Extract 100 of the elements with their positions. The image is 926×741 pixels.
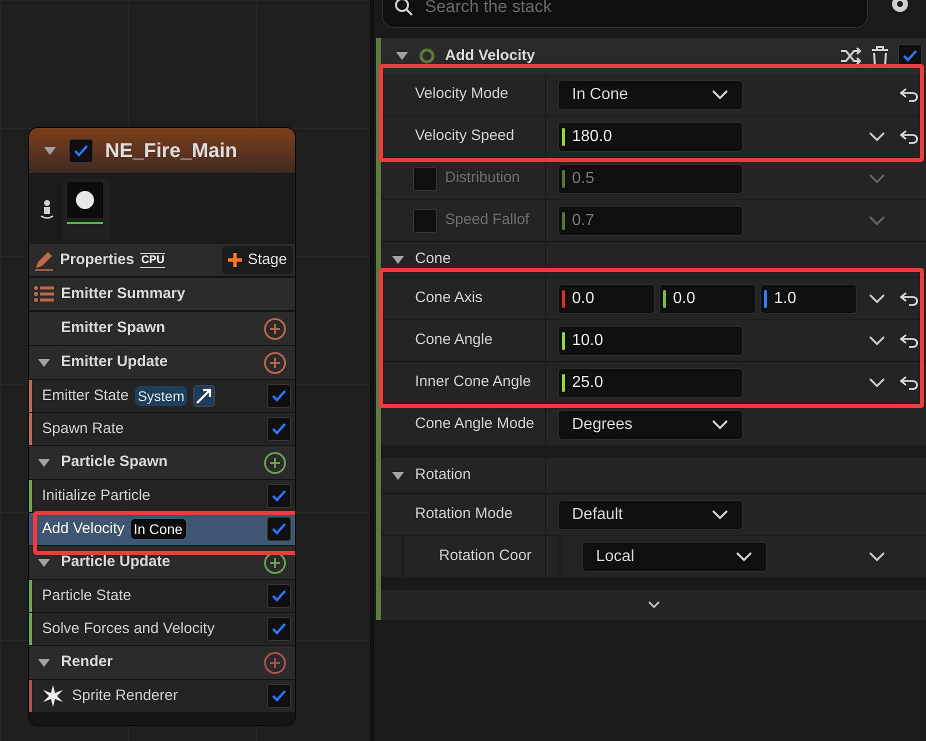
dropdown[interactable]: Default	[558, 500, 743, 530]
property-label: Velocity Speed	[415, 126, 514, 146]
checkmark-icon	[271, 522, 287, 536]
expand-chevron-icon[interactable]	[869, 294, 885, 304]
dropdown[interactable]: Degrees	[558, 410, 743, 440]
add-icon[interactable]	[263, 650, 287, 674]
reset-arrow-icon[interactable]	[900, 376, 918, 390]
expand-chevron-icon[interactable]	[869, 552, 885, 562]
reset-arrow-icon[interactable]	[900, 334, 918, 348]
number-field[interactable]: 0.7	[558, 206, 743, 236]
list-icon	[33, 285, 55, 303]
collapse-arrow-icon[interactable]	[37, 358, 51, 368]
shuffle-icon[interactable]	[840, 47, 862, 65]
property-label: Cone Axis	[415, 288, 483, 308]
group-label: Rotation	[415, 465, 471, 486]
dropdown[interactable]: In Cone	[558, 80, 743, 110]
cpu-label: CPU	[140, 252, 166, 268]
add-icon[interactable]	[263, 450, 287, 474]
module-label: Sprite Renderer	[72, 686, 178, 706]
module-row[interactable]: Spawn Rate	[29, 413, 295, 445]
checkmark-icon	[271, 689, 287, 703]
properties-label[interactable]: Properties	[60, 248, 134, 272]
checkbox[interactable]	[267, 484, 291, 508]
property-label: Rotation Coor	[439, 546, 532, 566]
module-label: Particle State	[42, 586, 132, 606]
checkbox[interactable]	[267, 617, 291, 641]
search-field[interactable]: Search the stack	[382, 0, 868, 28]
expand-chevron-icon[interactable]	[869, 132, 885, 142]
expand-chevron-icon[interactable]	[648, 601, 660, 609]
checkbox[interactable]	[267, 517, 291, 541]
property-label: Cone Angle	[415, 330, 493, 350]
module-row[interactable]: Sprite Renderer	[29, 680, 295, 712]
add-icon[interactable]	[263, 350, 287, 374]
reset-arrow-icon[interactable]	[900, 292, 918, 306]
stage-label: Particle Update	[61, 552, 172, 572]
dropdown-chevron-icon	[712, 420, 728, 430]
reset-arrow-icon[interactable]	[900, 130, 918, 144]
collapse-arrow-icon[interactable]	[395, 51, 409, 61]
number-field[interactable]: 180.0	[558, 122, 743, 152]
summary-row[interactable]: Emitter Summary	[29, 278, 295, 310]
checkbox[interactable]	[267, 384, 291, 408]
property-label: Cone Angle Mode	[415, 414, 534, 434]
module-label: Add Velocity	[42, 518, 125, 539]
delete-icon[interactable]	[870, 45, 890, 67]
badge: System	[134, 386, 188, 406]
group-label: Cone	[415, 249, 451, 270]
property-label: Inner Cone Angle	[415, 372, 531, 392]
dropdown[interactable]: Local	[582, 542, 767, 572]
checkmark-icon	[271, 389, 287, 403]
stage-label: Emitter Spawn	[61, 318, 166, 338]
module-row[interactable]: Initialize Particle	[29, 480, 295, 512]
number-field[interactable]: 1.0	[760, 284, 857, 314]
collapse-arrow-icon[interactable]	[43, 146, 57, 156]
number-field[interactable]: 0.5	[558, 164, 743, 194]
module-label: Solve Forces and Velocity	[42, 618, 215, 639]
checkmark-icon	[271, 422, 287, 436]
property-label: Rotation Mode	[415, 504, 513, 524]
stage-label: Emitter Update	[61, 352, 169, 372]
property-label: Distribution	[445, 168, 520, 188]
module-row[interactable]: Add Velocity In Cone	[29, 513, 295, 545]
checkbox[interactable]	[267, 417, 291, 441]
number-field[interactable]: 10.0	[558, 326, 743, 356]
stage-label: Render	[61, 652, 114, 672]
checkmark-icon	[73, 144, 89, 158]
collapse-arrow-icon[interactable]	[37, 458, 51, 468]
starburst-icon	[42, 685, 64, 707]
checkmark-icon	[271, 622, 287, 636]
module-row[interactable]: Emitter State System	[29, 380, 295, 412]
module-label: Spawn Rate	[42, 418, 124, 439]
expand-chevron-icon[interactable]	[869, 378, 885, 388]
property-label: Velocity Mode	[415, 84, 508, 104]
badge: In Cone	[130, 519, 186, 539]
dropdown-chevron-icon	[736, 552, 752, 562]
number-field[interactable]: 0.0	[659, 284, 756, 314]
collapse-arrow-icon[interactable]	[391, 254, 405, 264]
reset-arrow-icon[interactable]	[900, 88, 918, 102]
add-icon[interactable]	[263, 316, 287, 340]
add-stage-button[interactable]: Stage	[222, 246, 293, 274]
module-row[interactable]: Particle State	[29, 580, 295, 612]
module-row[interactable]: Solve Forces and Velocity	[29, 613, 295, 645]
module-title: Add Velocity	[445, 46, 536, 66]
collapse-arrow-icon[interactable]	[37, 658, 51, 668]
collapse-arrow-icon[interactable]	[391, 470, 405, 480]
expand-chevron-icon[interactable]	[869, 336, 885, 346]
checkbox[interactable]	[69, 138, 93, 162]
checkmark-icon	[902, 49, 918, 63]
dropdown-chevron-icon	[712, 90, 728, 100]
checkbox[interactable]	[267, 684, 291, 708]
number-field[interactable]: 25.0	[558, 368, 743, 398]
checkmark-icon	[271, 589, 287, 603]
checkbox[interactable]	[413, 208, 437, 232]
checkbox[interactable]	[413, 166, 437, 190]
property-label: Speed Fallof	[445, 210, 530, 230]
figure-icon[interactable]	[39, 198, 55, 220]
ring-icon	[419, 48, 435, 64]
collapse-arrow-icon[interactable]	[37, 558, 51, 568]
module-label: Initialize Particle	[42, 486, 150, 506]
checkbox[interactable]	[267, 584, 291, 608]
number-field[interactable]: 0.0	[558, 284, 655, 314]
pencil-icon[interactable]	[33, 249, 55, 271]
